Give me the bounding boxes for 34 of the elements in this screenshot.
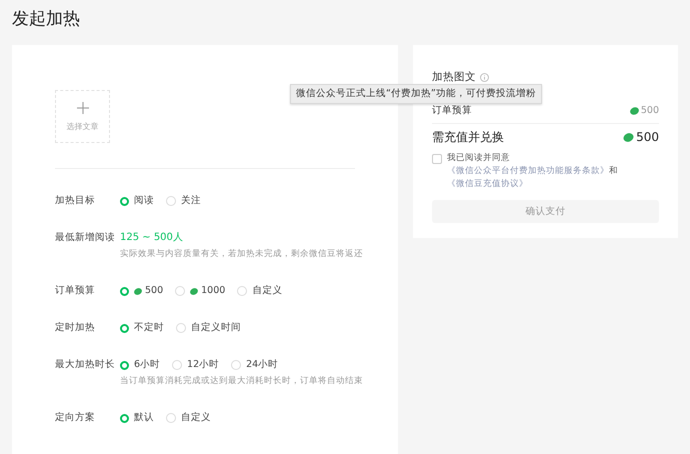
estimate-value: 125 ~ 500人 — [120, 231, 184, 245]
bean-icon — [623, 132, 634, 142]
radio-option[interactable]: 24小时 — [231, 357, 278, 373]
tooltip: 微信公众号正式上线“付费加热”功能，可付费投流增粉 — [290, 84, 542, 104]
agreement-checkbox[interactable] — [432, 154, 442, 164]
radio-option[interactable]: 500 — [120, 283, 164, 299]
radio-option[interactable]: 关注 — [166, 193, 201, 209]
field-label: 最大加热时长 — [55, 358, 116, 372]
radio-option[interactable]: 自定义 — [237, 283, 282, 299]
field-label: 最低新增阅读 — [55, 231, 116, 245]
radio-option[interactable]: 自定义 — [166, 410, 211, 426]
radio-option[interactable]: 自定义时间 — [176, 320, 241, 336]
field-label: 定向方案 — [55, 411, 96, 425]
radio-option[interactable]: 不定时 — [120, 320, 164, 336]
radio-option[interactable]: 默认 — [120, 410, 154, 426]
hint-text: 实际效果与内容质量有关，若加热未完成，剩余微信豆将返还 — [120, 248, 363, 261]
field-label: 加热目标 — [55, 194, 96, 208]
field-label: 订单预算 — [55, 284, 96, 298]
hint-text: 当订单预算消耗完成或达到最大消耗时长时，订单将自动结束 — [120, 374, 363, 388]
budget-label: 订单预算 — [432, 104, 472, 118]
page-title: 发起加热 — [12, 8, 81, 31]
plus-icon — [76, 102, 88, 114]
radio-option[interactable]: 阅读 — [120, 193, 154, 209]
radio-option[interactable]: 12小时 — [172, 357, 220, 373]
budget-amount: 500 — [640, 104, 659, 118]
agreement-text: 我已阅读并同意 《微信公众平台付费加热功能服务条款》和 《微信豆充值协议》 — [447, 152, 619, 191]
info-icon[interactable] — [480, 72, 489, 82]
summary-heading: 加热图文 — [432, 70, 476, 85]
bean-icon — [630, 107, 639, 115]
total-amount: 500 — [636, 129, 659, 145]
total-label: 需充值并兑换 — [432, 129, 504, 145]
radio-option[interactable]: 6小时 — [120, 357, 160, 373]
field-label: 定时加热 — [55, 321, 96, 335]
radio-option[interactable]: 1000 — [175, 283, 226, 299]
